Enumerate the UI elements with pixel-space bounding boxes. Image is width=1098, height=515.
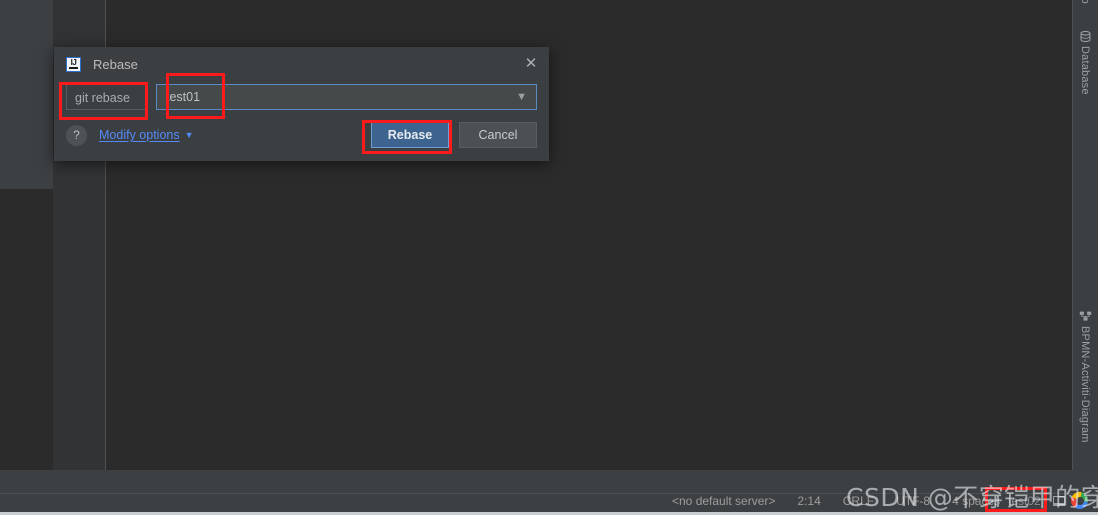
tool-window-panel (0, 0, 53, 189)
google-icon[interactable] (1071, 492, 1088, 509)
intellij-logo-icon: IJ (66, 56, 81, 72)
dialog-title: Rebase (93, 56, 138, 72)
status-item-encoding[interactable]: UTF-8 (896, 494, 930, 508)
left-strip (0, 189, 53, 470)
modify-options-label: Modify options (99, 128, 180, 142)
sidebar-tab-bpmn[interactable]: BPMN-Activiti-Diagram (1072, 310, 1098, 443)
intellij-logo-text: IJ (70, 57, 77, 67)
modify-options-link[interactable]: Modify options ▼ (99, 128, 194, 142)
sidebar-tab-database-label: Database (1079, 46, 1091, 95)
intellij-logo-bar (69, 66, 78, 69)
sidebar-tab-database[interactable]: Database (1072, 30, 1098, 95)
status-item-indent[interactable]: 4 spaces (952, 494, 1000, 508)
status-item-server[interactable]: <no default server> (672, 494, 775, 508)
dialog-footer: ? Modify options ▼ Rebase Cancel (54, 122, 549, 148)
close-icon[interactable]: ✕ (523, 56, 539, 72)
help-button[interactable]: ? (66, 124, 87, 146)
git-rebase-label: git rebase (66, 84, 146, 110)
status-bar-items: <no default server> 2:14 CRLF UTF-8 4 sp… (672, 494, 1000, 508)
status-item-lineend[interactable]: CRLF (843, 494, 874, 508)
cancel-button[interactable]: Cancel (459, 122, 537, 148)
branch-combobox-value: test01 (166, 90, 201, 104)
diagram-icon (1079, 311, 1091, 321)
chevron-down-icon: ▼ (184, 130, 194, 140)
chevron-down-icon[interactable]: ▼ (516, 91, 527, 103)
sidebar-tab-partial-label: sito (1072, 0, 1098, 4)
git-branch-icon (994, 495, 1003, 507)
notification-tray-icon[interactable] (1053, 496, 1065, 506)
dialog-title-bar: IJ Rebase ✕ (54, 47, 549, 81)
status-branch-label: test02 (1008, 494, 1041, 508)
sidebar-tab-partial[interactable]: sito (1072, 0, 1098, 4)
rebase-dialog: IJ Rebase ✕ git rebase test01 ▼ ? Modify… (54, 47, 549, 161)
branch-combobox[interactable]: test01 ▼ (156, 84, 537, 110)
ide-window: sito Database BPMN-Activiti-Diagram IJ R… (0, 0, 1098, 515)
status-bar-branch[interactable]: test02 (994, 494, 1041, 508)
sidebar-tab-bpmn-label: BPMN-Activiti-Diagram (1079, 326, 1091, 443)
dialog-input-row: git rebase test01 ▼ (54, 84, 549, 110)
status-item-caret[interactable]: 2:14 (797, 494, 820, 508)
rebase-button[interactable]: Rebase (371, 122, 449, 148)
database-icon (1080, 30, 1090, 43)
